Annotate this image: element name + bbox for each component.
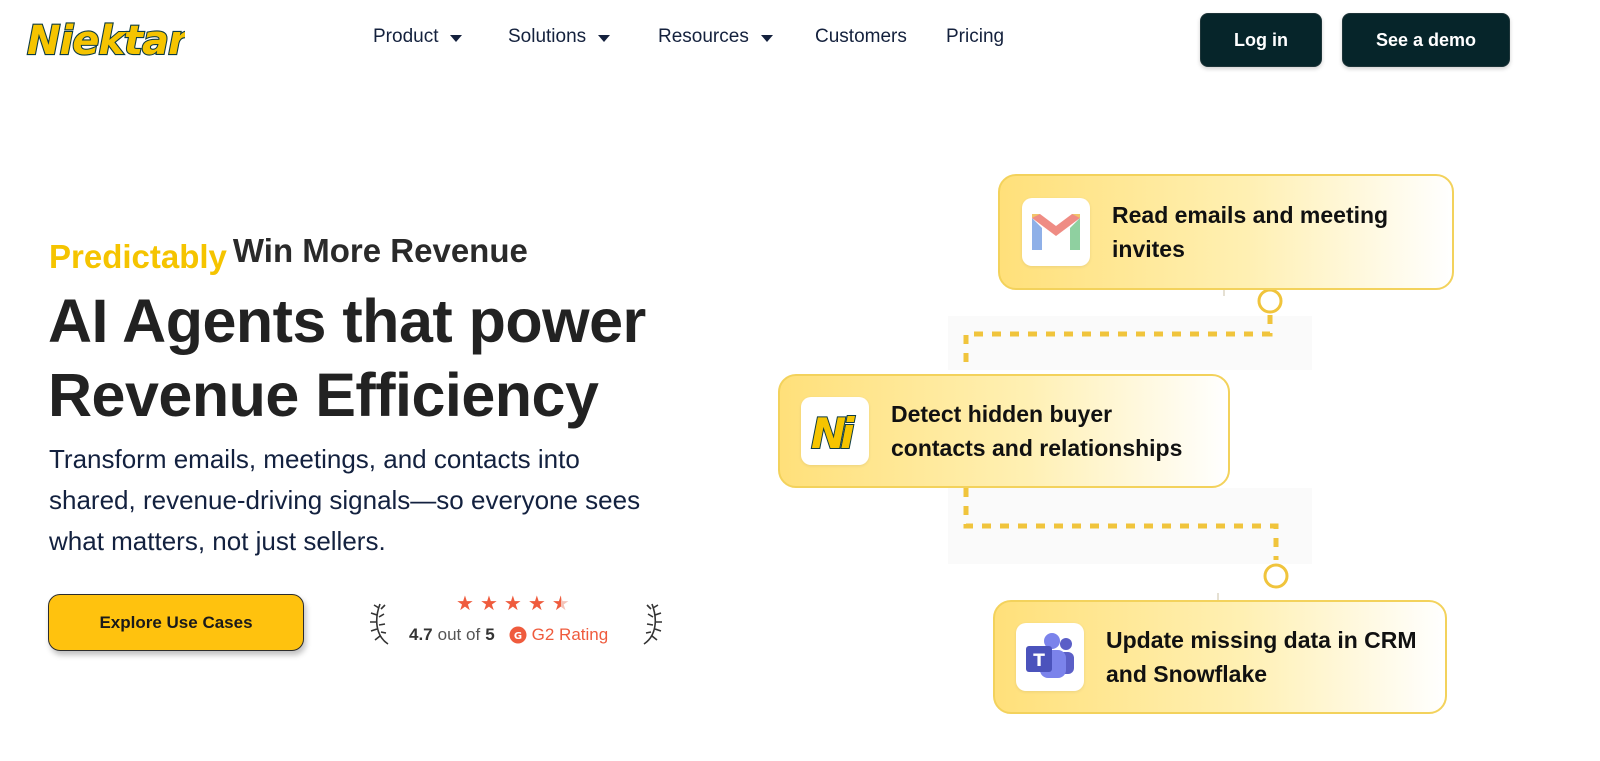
g2-rating-text: G2 Rating (531, 625, 609, 644)
rating-score: 4.7 (409, 625, 433, 644)
nav-solutions[interactable]: Solutions (508, 26, 611, 48)
connector-node (1257, 288, 1283, 314)
g2-rating-label: G G2 Rating (509, 625, 609, 645)
connector-backdrop (948, 316, 1312, 370)
connector-node (1263, 563, 1289, 589)
eyebrow-highlight: Predictably (49, 238, 227, 275)
nav-customers[interactable]: Customers (815, 26, 907, 48)
workflow-step-card: T Update missing data in CRM and Snowfla… (993, 600, 1447, 714)
half-star-icon: ★ (551, 593, 570, 615)
workflow-step-card: Ni Detect hidden buyer contacts and rela… (778, 374, 1230, 488)
nav-resources[interactable]: Resources (658, 26, 773, 48)
hero-headline: AI Agents that power Revenue Efficiency (48, 284, 768, 432)
nav-customers-label: Customers (815, 26, 907, 47)
rating-max: 5 (485, 625, 495, 644)
niektar-ai-icon: Ni (801, 397, 869, 465)
nav-product-label: Product (373, 26, 439, 47)
workflow-step-text: Read emails and meeting invites (1112, 202, 1389, 262)
svg-text:T: T (1033, 651, 1045, 671)
star-icon: ★ (527, 593, 546, 615)
explore-use-cases-button[interactable]: Explore Use Cases (48, 594, 304, 651)
g2-rating-badge[interactable]: ★ ★ ★ ★ ★ 4.7 out of 5 G G2 Rating (370, 592, 670, 656)
star-icon: ★ (479, 593, 498, 615)
chevron-down-icon (450, 34, 463, 42)
microsoft-teams-icon: T (1016, 623, 1084, 691)
nav-solutions-label: Solutions (508, 26, 587, 47)
gmail-icon (1022, 198, 1090, 266)
star-rating: ★ ★ ★ ★ ★ (456, 594, 570, 614)
laurel-right-icon (643, 603, 662, 645)
nav-product[interactable]: Product (373, 26, 463, 48)
rating-out-of: out of (437, 625, 481, 644)
laurel-left-icon (370, 603, 389, 645)
nav-pricing-label: Pricing (946, 26, 1005, 47)
nav-pricing[interactable]: Pricing (946, 26, 1004, 48)
eyebrow-rest: Win More Revenue (232, 232, 528, 269)
workflow-step-text: Detect hidden buyer contacts and relatio… (891, 401, 1183, 461)
workflow-step-card: Read emails and meeting invites (998, 174, 1454, 290)
hero-subtext: Transform emails, meetings, and contacts… (49, 444, 641, 556)
headline-line-1: AI Agents that power (48, 287, 646, 355)
connector-backdrop (948, 488, 1312, 564)
svg-text:G: G (514, 631, 522, 642)
login-button[interactable]: Log in (1200, 13, 1322, 67)
svg-text:Ni: Ni (811, 409, 855, 454)
nav-resources-label: Resources (658, 26, 749, 47)
chevron-down-icon (598, 34, 611, 42)
headline-line-2: Revenue Efficiency (48, 361, 599, 429)
g2-logo-icon: G (509, 626, 527, 644)
star-icon: ★ (503, 593, 522, 615)
see-demo-button[interactable]: See a demo (1342, 13, 1510, 67)
star-icon: ★ (456, 593, 474, 615)
hero-eyebrow: Predictably Win More Revenue (49, 232, 528, 275)
rating-text: 4.7 out of 5 G G2 Rating (409, 625, 608, 645)
chevron-down-icon (760, 34, 773, 42)
workflow-step-text: Update missing data in CRM and Snowflake (1106, 627, 1417, 687)
